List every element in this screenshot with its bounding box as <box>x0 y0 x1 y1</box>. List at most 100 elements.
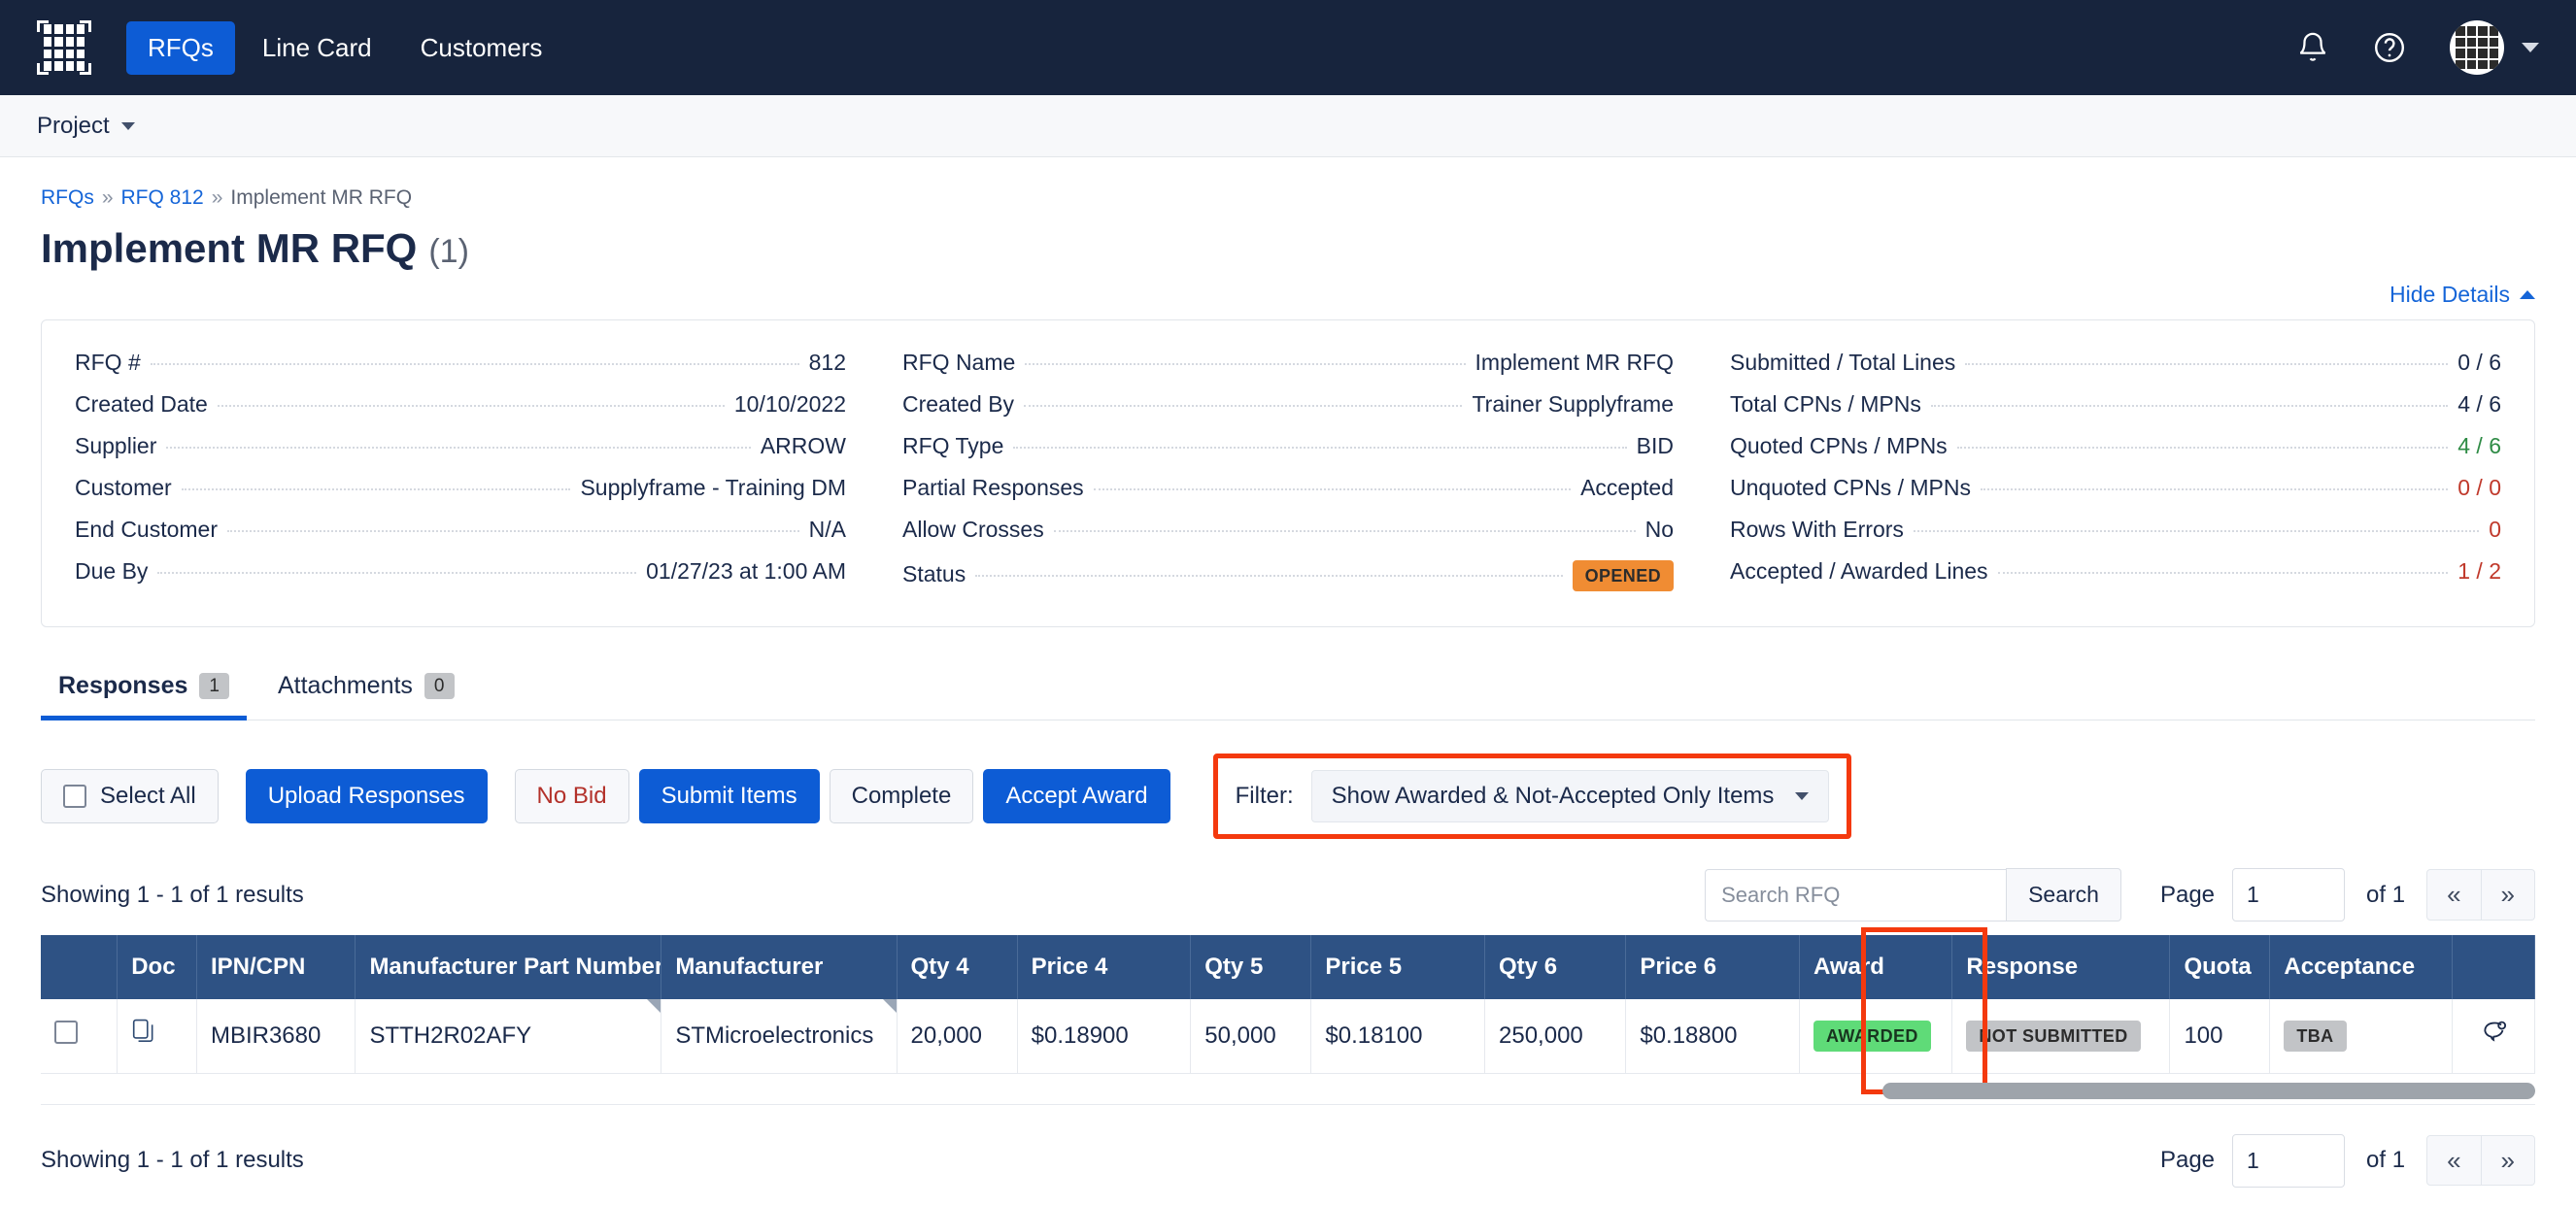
tab-responses[interactable]: Responses 1 <box>41 658 247 720</box>
project-selector[interactable]: Project <box>37 113 135 140</box>
detail-dots <box>1913 530 2480 532</box>
actions-toolbar: Select All Upload Responses No Bid Submi… <box>41 754 2535 839</box>
detail-dots <box>1980 488 2449 490</box>
detail-row-rows-with-errors: Rows With Errors 0 <box>1730 509 2501 551</box>
row-price-6: $0.18800 <box>1625 999 1800 1074</box>
col-header-price-4[interactable]: Price 4 <box>1017 935 1192 999</box>
search-button[interactable]: Search <box>2006 868 2121 921</box>
col-header-quota[interactable]: Quota <box>2169 935 2271 999</box>
col-header-qty-4[interactable]: Qty 4 <box>897 935 1018 999</box>
detail-row-total-cpns-mpns: Total CPNs / MPNs 4 / 6 <box>1730 384 2501 425</box>
page-title: Implement MR RFQ (1) <box>41 225 2535 272</box>
detail-row-rfq-name: RFQ Name Implement MR RFQ <box>902 342 1674 384</box>
search-input[interactable] <box>1705 868 2007 921</box>
rfq-details-card: RFQ # 812 Created Date 10/10/2022 Suppli… <box>41 319 2535 627</box>
nav-item-line-card[interactable]: Line Card <box>241 21 393 75</box>
row-actions-cell[interactable] <box>2452 999 2535 1074</box>
detail-dots <box>1025 363 1466 365</box>
detail-value: BID <box>1636 433 1674 458</box>
results-count-bottom: Showing 1 - 1 of 1 results <box>41 1147 304 1173</box>
scrollbar-thumb[interactable] <box>1882 1082 2535 1099</box>
results-bar-bottom: Showing 1 - 1 of 1 results Page of 1 « » <box>41 1133 2535 1188</box>
detail-value: Trainer Supplyframe <box>1472 391 1674 417</box>
prev-page-button-top[interactable]: « <box>2426 869 2482 921</box>
award-badge: AWARDED <box>1813 1020 1931 1052</box>
col-header-manufacturer-part-number[interactable]: Manufacturer Part Number <box>355 935 662 999</box>
cell-note-marker <box>882 999 897 1013</box>
col-header-award[interactable]: Award <box>1799 935 1953 999</box>
cell-note-marker <box>647 999 661 1013</box>
detail-row-created-by: Created By Trainer Supplyframe <box>902 384 1674 425</box>
detail-row-accepted-awarded-lines: Accepted / Awarded Lines 1 / 2 <box>1730 551 2501 592</box>
accept-award-button[interactable]: Accept Award <box>983 768 1170 824</box>
next-page-button-top[interactable]: » <box>2481 869 2535 921</box>
project-label: Project <box>37 112 110 139</box>
detail-label: Allow Crosses <box>902 517 1044 542</box>
col-header-qty-6[interactable]: Qty 6 <box>1484 935 1627 999</box>
prev-page-button-bottom[interactable]: « <box>2426 1134 2482 1187</box>
col-header-acceptance[interactable]: Acceptance <box>2269 935 2454 999</box>
col-header-manufacturer[interactable]: Manufacturer <box>661 935 898 999</box>
row-quota: 100 <box>2169 999 2271 1074</box>
page-number-input-top[interactable] <box>2232 868 2346 921</box>
detail-value: 01/27/23 at 1:00 AM <box>646 558 846 584</box>
row-doc-cell[interactable] <box>117 999 197 1074</box>
col-header-price-5[interactable]: Price 5 <box>1310 935 1486 999</box>
nav-item-rfqs[interactable]: RFQs <box>126 20 235 75</box>
detail-row-rfq-number: RFQ # 812 <box>75 342 846 384</box>
page-number-input-bottom[interactable] <box>2232 1133 2346 1188</box>
col-header-response[interactable]: Response <box>1951 935 2171 999</box>
detail-dots <box>227 530 799 532</box>
detail-value: 0 / 0 <box>2457 475 2501 500</box>
upload-responses-button[interactable]: Upload Responses <box>245 768 488 824</box>
complete-button[interactable]: Complete <box>829 768 974 824</box>
user-avatar[interactable] <box>2450 20 2504 75</box>
table-row[interactable]: MBIR3680 STTH2R02AFY STMicroelectronics … <box>41 999 2535 1074</box>
detail-row-partial-responses: Partial Responses Accepted <box>902 467 1674 509</box>
help-question-icon[interactable] <box>2372 30 2407 65</box>
no-bid-button[interactable]: No Bid <box>514 768 629 824</box>
select-all-button[interactable]: Select All <box>41 768 219 824</box>
detail-label: RFQ Name <box>902 350 1016 375</box>
col-header-checkbox[interactable] <box>41 935 119 999</box>
row-qty-4: 20,000 <box>897 999 1018 1074</box>
breadcrumb-separator: » <box>101 186 114 209</box>
page-title-text: Implement MR RFQ <box>41 225 418 271</box>
col-header-price-6[interactable]: Price 6 <box>1625 935 1800 999</box>
col-header-doc[interactable]: Doc <box>117 935 197 999</box>
row-checkbox[interactable] <box>54 1021 78 1045</box>
filter-dropdown[interactable]: Show Awarded & Not-Accepted Only Items <box>1310 770 1830 822</box>
app-grid-logo[interactable] <box>37 20 91 75</box>
detail-row-supplier: Supplier ARROW <box>75 425 846 467</box>
submit-items-button[interactable]: Submit Items <box>638 768 820 824</box>
row-manufacturer: STMicroelectronics <box>661 999 898 1074</box>
content-tabs: Responses 1 Attachments 0 <box>41 658 2535 720</box>
nav-item-customers[interactable]: Customers <box>399 21 564 75</box>
breadcrumb-link-rfq-812[interactable]: RFQ 812 <box>121 186 204 210</box>
detail-label: Unquoted CPNs / MPNs <box>1730 475 1971 500</box>
tab-label: Attachments <box>277 672 413 699</box>
detail-dots <box>1965 363 2449 365</box>
row-checkbox-cell[interactable] <box>41 999 119 1074</box>
hide-details-toggle[interactable]: Hide Details <box>2390 282 2535 308</box>
col-header-qty-5[interactable]: Qty 5 <box>1190 935 1312 999</box>
select-all-checkbox[interactable] <box>63 784 86 808</box>
col-header-ipn-cpn[interactable]: IPN/CPN <box>196 935 356 999</box>
page-content: RFQs » RFQ 812 » Implement MR RFQ Implem… <box>0 186 2576 1188</box>
chat-bubble-icon[interactable] <box>2479 1021 2508 1051</box>
breadcrumb-link-rfqs[interactable]: RFQs <box>41 186 94 210</box>
next-page-button-bottom[interactable]: » <box>2481 1134 2535 1187</box>
notification-bell-icon[interactable] <box>2296 30 2329 65</box>
detail-value: 4 / 6 <box>2457 433 2501 458</box>
document-copy-icon[interactable] <box>131 1018 156 1054</box>
detail-value: 0 <box>2489 517 2501 542</box>
detail-row-allow-crosses: Allow Crosses No <box>902 509 1674 551</box>
avatar-chevron-down-icon[interactable] <box>2522 43 2539 52</box>
page-title-count: (1) <box>428 233 469 270</box>
page-label-bottom: Page <box>2159 1147 2216 1173</box>
tab-badge-count: 1 <box>199 673 229 699</box>
detail-row-submitted-total-lines: Submitted / Total Lines 0 / 6 <box>1730 342 2501 384</box>
detail-row-unquoted-cpns-mpns: Unquoted CPNs / MPNs 0 / 0 <box>1730 467 2501 509</box>
table-horizontal-scrollbar[interactable] <box>41 1080 2535 1105</box>
tab-attachments[interactable]: Attachments 0 <box>260 658 472 720</box>
